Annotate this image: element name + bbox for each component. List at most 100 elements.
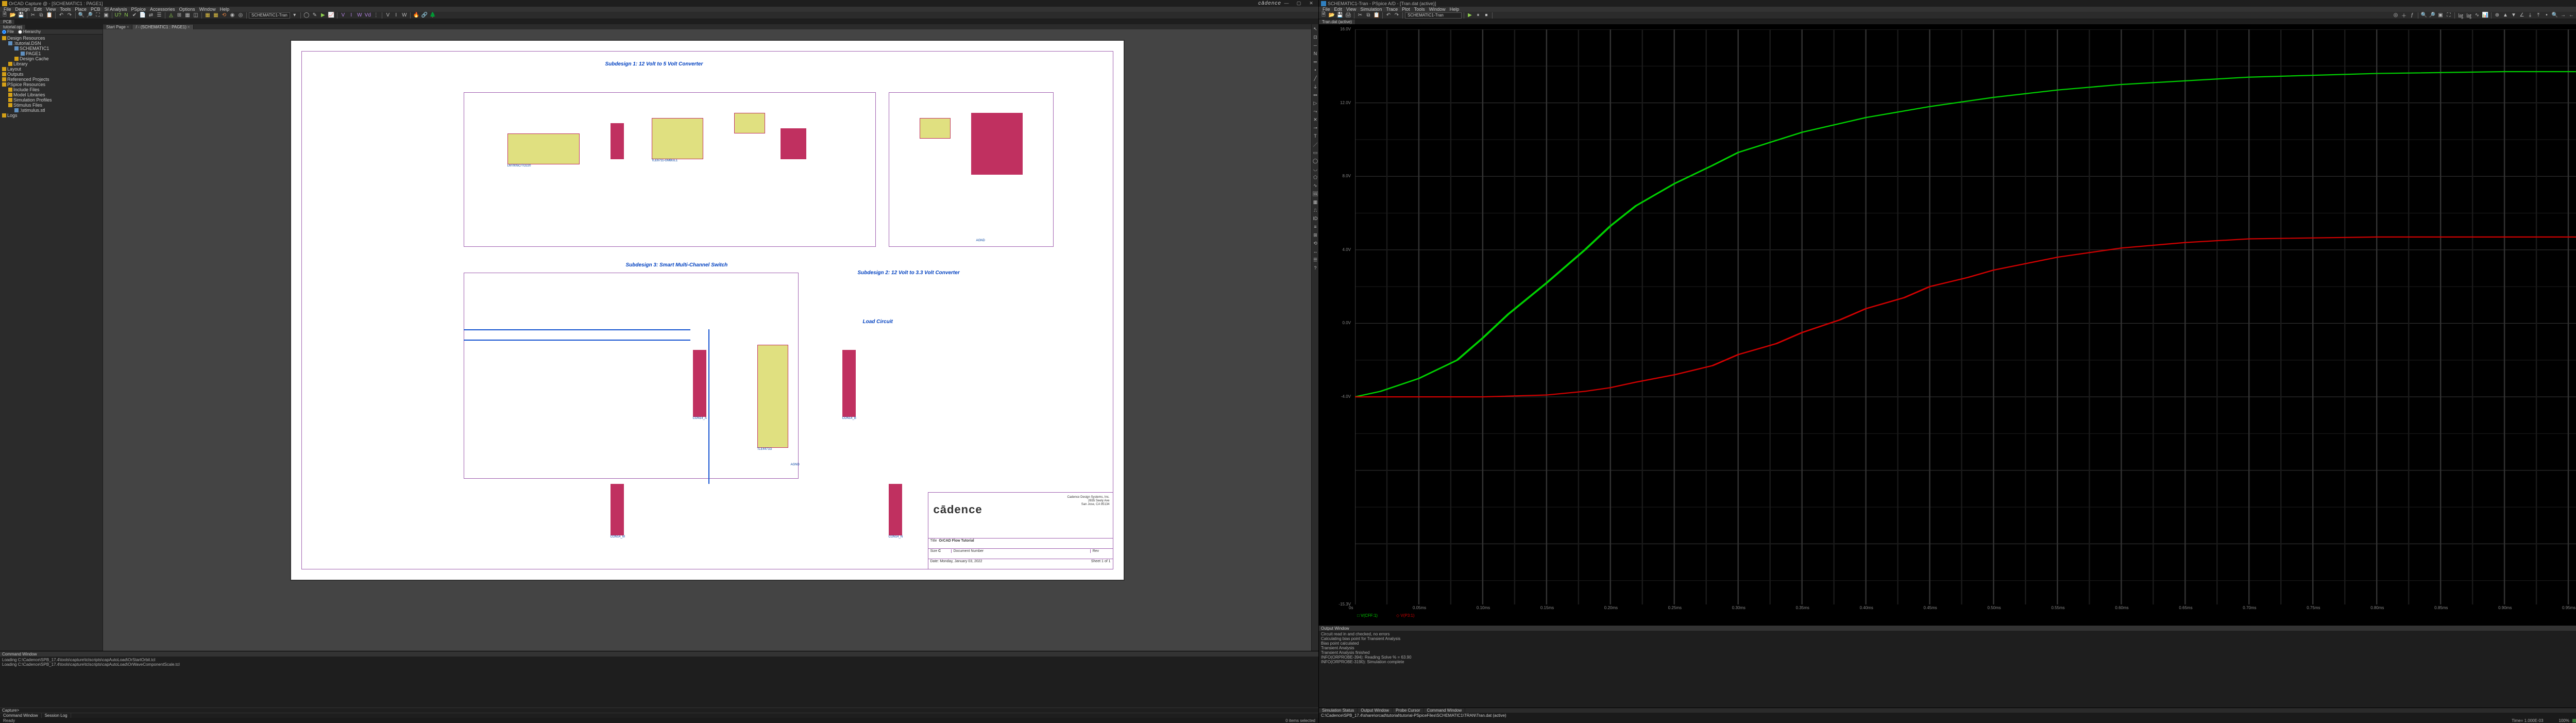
- cut-icon[interactable]: ✂: [1357, 12, 1364, 19]
- save-icon[interactable]: 💾: [1336, 12, 1344, 19]
- tab-startpage[interactable]: Start Page×: [103, 25, 132, 29]
- pause-icon[interactable]: ⏸: [1475, 12, 1482, 19]
- copy-icon[interactable]: ⧉: [1365, 12, 1372, 19]
- place-bezier-icon[interactable]: ∿: [1312, 182, 1319, 189]
- place-pin-icon[interactable]: ⊸: [1312, 124, 1319, 131]
- outputwin-content[interactable]: Circuit read in and checked, no errorsCa…: [1319, 631, 2576, 708]
- biasv-icon[interactable]: V: [384, 12, 392, 19]
- cut-icon[interactable]: ✂: [29, 12, 37, 19]
- new-icon[interactable]: 🗎: [1, 12, 8, 19]
- tree-item[interactable]: Simulation Profiles: [0, 97, 103, 103]
- menu-tools[interactable]: Tools: [1413, 7, 1427, 12]
- copy-icon[interactable]: ⧉: [38, 12, 45, 19]
- cursor-trough-icon[interactable]: ▼: [2510, 12, 2517, 19]
- cursor-search-icon[interactable]: 🔍: [2551, 12, 2558, 19]
- stop-icon[interactable]: ⏹: [1483, 12, 1490, 19]
- close-icon[interactable]: ×: [188, 25, 190, 29]
- project-tab[interactable]: tutorial.opj: [0, 25, 26, 29]
- results-icon[interactable]: 📈: [328, 12, 335, 19]
- tree-item[interactable]: PAGE1: [0, 51, 103, 56]
- tree-item[interactable]: Include Files: [0, 87, 103, 92]
- menu-view[interactable]: View: [1345, 7, 1358, 12]
- place-part-icon[interactable]: ⊡: [1312, 33, 1319, 41]
- newprofile-icon[interactable]: ◯: [303, 12, 310, 19]
- tab-cmdwin[interactable]: Command Window: [1424, 708, 1466, 713]
- place-variant-icon[interactable]: ≡: [1312, 223, 1319, 230]
- redo-icon[interactable]: ↷: [66, 12, 73, 19]
- run-icon[interactable]: ▶: [1466, 12, 1473, 19]
- zoom-in-icon[interactable]: 🔍: [78, 12, 85, 19]
- new-icon[interactable]: 🗎: [1320, 12, 1327, 19]
- sync-icon[interactable]: ⟲: [221, 12, 228, 19]
- place-poly-icon[interactable]: ⬠: [1312, 174, 1319, 181]
- place-image-icon[interactable]: 🖼: [1312, 190, 1319, 197]
- log-y-icon[interactable]: ㏒: [2465, 12, 2472, 19]
- tab-page1[interactable]: / - (SCHEMATIC1 : PAGE1)×: [132, 25, 193, 29]
- tree-item[interactable]: .\tutorial.DSN: [0, 41, 103, 46]
- tree-item[interactable]: Logs: [0, 113, 103, 118]
- biasi-icon[interactable]: I: [393, 12, 400, 19]
- netlist-icon[interactable]: 📄: [139, 12, 146, 19]
- place-ellipse-icon[interactable]: ◯: [1312, 157, 1319, 164]
- close-button[interactable]: ✕: [1306, 1, 1316, 6]
- run-icon[interactable]: ▶: [319, 12, 327, 19]
- menu-pspice[interactable]: PSpice: [129, 7, 147, 12]
- print-icon[interactable]: 🖨: [1345, 12, 1352, 19]
- tree-item[interactable]: SCHEMATIC1: [0, 46, 103, 51]
- cursor-next-icon[interactable]: →: [2560, 12, 2567, 19]
- menu-plot[interactable]: Plot: [1400, 7, 1412, 12]
- tab-simstatus[interactable]: Simulation Status: [1319, 708, 1358, 713]
- via-icon[interactable]: ◎: [237, 12, 244, 19]
- marker-icon[interactable]: ◎: [2392, 12, 2399, 19]
- place-netgroup-icon[interactable]: ⊞: [1312, 231, 1319, 239]
- tab-cmdwin[interactable]: Command Window: [0, 713, 42, 718]
- menu-window[interactable]: Window: [198, 7, 217, 12]
- place-junction-icon[interactable]: •: [1312, 66, 1319, 74]
- bom-icon[interactable]: ☰: [156, 12, 163, 19]
- paste-icon[interactable]: 📋: [1373, 12, 1380, 19]
- tab-outputwin[interactable]: Output Window: [1358, 708, 1393, 713]
- cursor-prev-icon[interactable]: ←: [2568, 12, 2575, 19]
- zoom-fit-icon[interactable]: ⛶: [2445, 12, 2452, 19]
- open-icon[interactable]: 📂: [1328, 12, 1335, 19]
- annotate-icon[interactable]: U?: [114, 12, 122, 19]
- place-power-icon[interactable]: ⏚: [1312, 83, 1319, 90]
- link-icon[interactable]: 🔗: [421, 12, 428, 19]
- menu-place[interactable]: Place: [73, 7, 88, 12]
- backannotate-icon[interactable]: N: [123, 12, 130, 19]
- place-bus-icon[interactable]: ═: [1312, 58, 1319, 65]
- cursor-icon[interactable]: ⊕: [2494, 12, 2501, 19]
- tree-item[interactable]: .\stimulus.stl: [0, 108, 103, 113]
- biasw-icon[interactable]: W: [401, 12, 408, 19]
- pcb-dock-tab[interactable]: PCB: [0, 20, 15, 24]
- place-ground-icon[interactable]: ⏛: [1312, 91, 1319, 98]
- drc-icon[interactable]: ✔: [131, 12, 138, 19]
- legend-1[interactable]: □ V(CFF:1): [1357, 613, 1378, 618]
- cursor-min-icon[interactable]: ⤓: [2527, 12, 2534, 19]
- tab-probecursor[interactable]: Probe Cursor: [1393, 708, 1424, 713]
- editprofile-icon[interactable]: ✎: [311, 12, 318, 19]
- profile-dropdown-icon[interactable]: ▾: [291, 12, 298, 19]
- snap-icon[interactable]: ⊞: [176, 12, 183, 19]
- tree-icon[interactable]: 🌲: [429, 12, 436, 19]
- maximize-button[interactable]: ▢: [1294, 1, 1304, 6]
- zoom-out-icon[interactable]: 🔎: [86, 12, 93, 19]
- menu-design[interactable]: Design: [14, 7, 31, 12]
- vmarker-icon[interactable]: V: [340, 12, 347, 19]
- vdmarker-icon[interactable]: Vd: [364, 12, 371, 19]
- menu-help[interactable]: Help: [1448, 7, 1461, 12]
- undo-icon[interactable]: ↶: [58, 12, 65, 19]
- menu-window[interactable]: Window: [1428, 7, 1447, 12]
- place-busentry-icon[interactable]: ╱: [1312, 75, 1319, 82]
- place-dim-icon[interactable]: ↔: [1312, 248, 1319, 255]
- command-input[interactable]: [21, 708, 1316, 713]
- doc-tab[interactable]: Tran.dat (active): [1319, 20, 1355, 24]
- place-block-icon[interactable]: ▦: [1312, 198, 1319, 206]
- cursor-point-icon[interactable]: •: [2543, 12, 2550, 19]
- tree-item[interactable]: Design Cache: [0, 56, 103, 61]
- menu-tools[interactable]: Tools: [58, 7, 72, 12]
- pad-icon[interactable]: ◉: [229, 12, 236, 19]
- open-icon[interactable]: 📂: [9, 12, 16, 19]
- tree-item[interactable]: Outputs: [0, 72, 103, 77]
- place-offpage-icon[interactable]: ⤳: [1312, 108, 1319, 115]
